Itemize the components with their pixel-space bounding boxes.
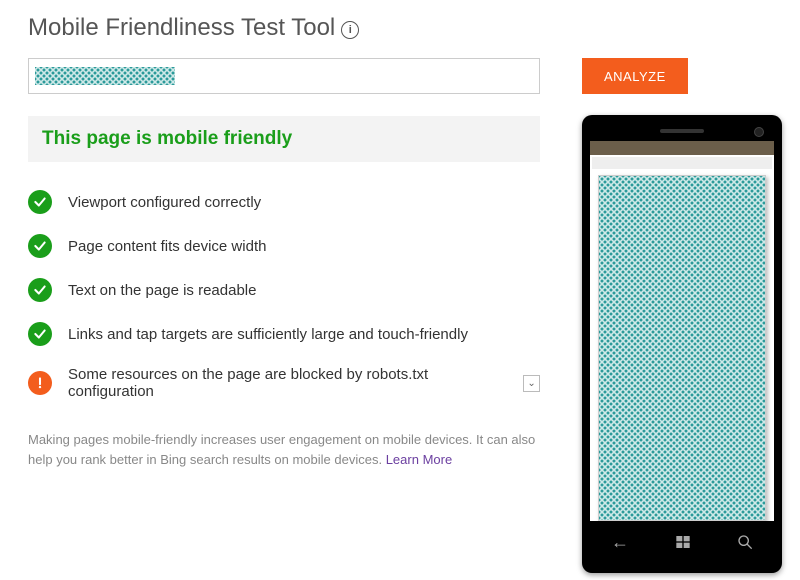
check-label: Page content fits device width — [68, 238, 266, 255]
check-label: Viewport configured correctly — [68, 194, 261, 211]
analyze-button[interactable]: ANALYZE — [582, 58, 688, 94]
check-row: Some resources on the page are blocked b… — [28, 356, 540, 410]
check-row: Links and tap targets are sufficiently l… — [28, 312, 540, 356]
back-icon: ← — [611, 532, 629, 553]
check-row: Viewport configured correctly — [28, 180, 540, 224]
footer-note: Making pages mobile-friendly increases u… — [28, 430, 540, 469]
page-title: Mobile Friendliness Test Tool — [28, 14, 335, 42]
check-row: Page content fits device width — [28, 224, 540, 268]
redacted-url-content — [35, 67, 175, 85]
phone-page-content — [598, 175, 766, 521]
check-ok-icon — [28, 278, 52, 302]
footer-text: Making pages mobile-friendly increases u… — [28, 432, 535, 467]
url-input[interactable] — [28, 58, 540, 94]
check-row: Text on the page is readable — [28, 268, 540, 312]
check-warn-icon — [28, 371, 52, 395]
phone-nav-bar: ← — [588, 521, 776, 563]
check-ok-icon — [28, 190, 52, 214]
check-label: Links and tap targets are sufficiently l… — [68, 326, 468, 343]
learn-more-link[interactable]: Learn More — [386, 452, 452, 467]
windows-icon — [675, 534, 691, 550]
phone-browser-bar — [590, 141, 774, 155]
phone-speaker-icon — [660, 129, 704, 133]
checks-list: Viewport configured correctly Page conte… — [28, 180, 540, 410]
chevron-down-icon[interactable]: ⌄ — [523, 375, 540, 392]
phone-address-bar — [592, 157, 772, 169]
result-headline: This page is mobile friendly — [28, 116, 540, 162]
check-ok-icon — [28, 322, 52, 346]
info-icon[interactable]: i — [341, 21, 359, 39]
phone-camera-icon — [754, 127, 764, 137]
phone-preview: ← — [582, 115, 782, 573]
phone-screen — [590, 141, 774, 521]
search-icon — [737, 534, 753, 550]
phone-bezel-top — [588, 121, 776, 141]
check-label: Some resources on the page are blocked b… — [68, 366, 517, 400]
check-ok-icon — [28, 234, 52, 258]
check-label: Text on the page is readable — [68, 282, 256, 299]
